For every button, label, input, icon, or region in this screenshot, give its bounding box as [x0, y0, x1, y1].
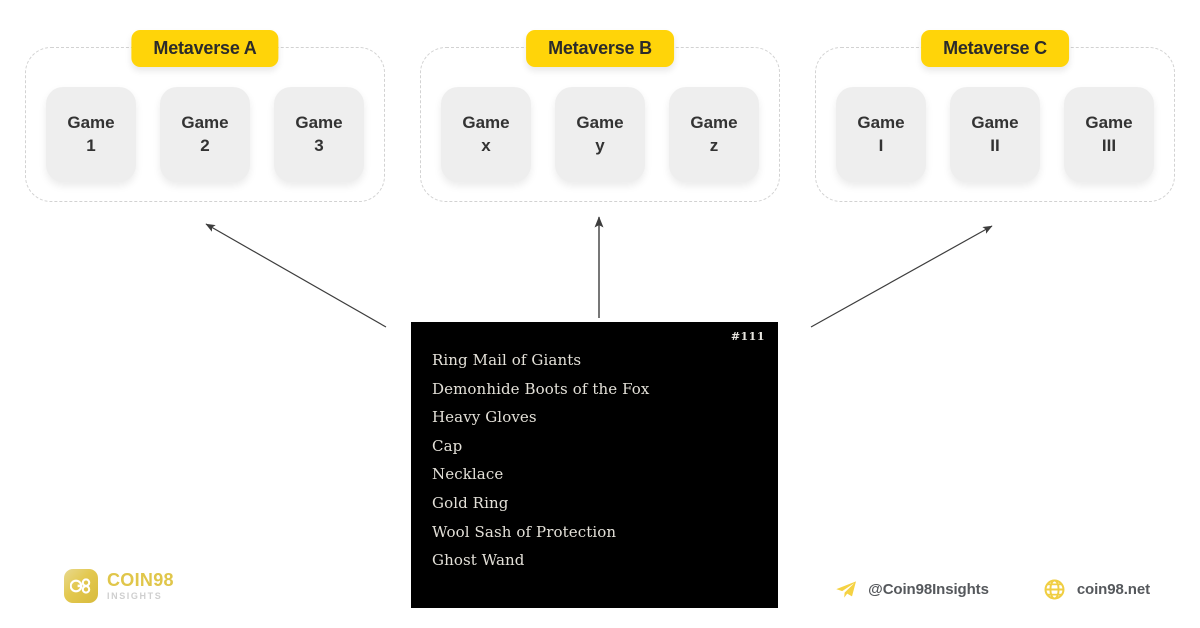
game-card[interactable]: Game 1: [46, 87, 136, 182]
arrow-to-metaverse-c: [810, 225, 993, 328]
game-card-line1: Game: [857, 112, 905, 132]
globe-icon: [1044, 578, 1066, 600]
inventory-id-label: #111: [730, 330, 765, 343]
game-card[interactable]: Game 2: [160, 87, 250, 182]
game-card-line1: Game: [1085, 112, 1133, 132]
game-card-line2: x: [481, 135, 491, 155]
coin98-glyph-icon: [70, 578, 91, 594]
coin98-badge-icon: [64, 569, 98, 603]
game-card-line2: II: [990, 135, 1000, 155]
list-item: Ring Mail of Giants: [432, 351, 582, 369]
website-label: coin98.net: [1076, 580, 1150, 598]
game-card[interactable]: Game z: [669, 87, 759, 182]
coin98-wordmark: COIN98 INSIGHTS: [107, 571, 174, 601]
game-card-line1: Game: [295, 112, 343, 132]
telegram-link[interactable]: @Coin98Insights: [835, 578, 989, 600]
game-card-line1: Game: [462, 112, 510, 132]
list-item: Demonhide Boots of the Fox: [432, 379, 650, 398]
list-item: Necklace: [432, 465, 504, 484]
metaverse-group-a-label: Metaverse A: [131, 30, 279, 67]
metaverse-group-b-games: Game x Game y Game z: [421, 87, 779, 182]
game-card-line1: Game: [576, 112, 624, 132]
game-card-line2: 2: [200, 135, 210, 155]
game-card-line2: 1: [86, 135, 96, 155]
game-card[interactable]: Game x: [441, 87, 531, 182]
social-links: @Coin98Insights coin98.net: [835, 578, 1150, 600]
game-card-line1: Game: [971, 112, 1019, 132]
metaverse-group-c-games: Game I Game II Game III: [816, 87, 1174, 182]
game-card[interactable]: Game 3: [274, 87, 364, 182]
game-card-line2: III: [1101, 135, 1117, 155]
game-card[interactable]: Game II: [950, 87, 1040, 182]
metaverse-group-a: Metaverse A Game 1 Game 2 Game 3: [25, 30, 385, 202]
game-card-line1: Game: [67, 112, 115, 132]
game-card[interactable]: Game y: [555, 87, 645, 182]
game-card-line2: I: [878, 135, 884, 155]
website-link[interactable]: coin98.net: [1044, 578, 1150, 600]
arrow-to-metaverse-a: [205, 223, 387, 328]
game-card[interactable]: Game I: [836, 87, 926, 182]
list-item: Wool Sash of Protection: [432, 522, 617, 541]
metaverse-group-b-label: Metaverse B: [526, 30, 674, 67]
list-item: Heavy Gloves: [432, 408, 537, 427]
coin98-brand-subtitle: INSIGHTS: [107, 591, 163, 601]
list-item: Gold Ring: [432, 493, 509, 512]
game-card[interactable]: Game III: [1064, 87, 1154, 182]
game-card-line1: Game: [181, 112, 229, 132]
coin98-insights-logo: COIN98 INSIGHTS: [64, 569, 174, 603]
list-item: Ghost Wand: [432, 551, 525, 570]
game-card-line2: 3: [314, 135, 324, 155]
metaverse-group-c-label: Metaverse C: [921, 30, 1069, 67]
telegram-label: @Coin98Insights: [868, 580, 989, 598]
game-card-line2: z: [709, 135, 719, 155]
coin98-brand-name: COIN98: [107, 570, 174, 590]
metaverse-group-c: Metaverse C Game I Game II Game III: [815, 30, 1175, 202]
metaverse-group-b: Metaverse B Game x Game y Game z: [420, 30, 780, 202]
list-item: Cap: [432, 436, 463, 455]
game-card-line1: Game: [690, 112, 738, 132]
inventory-item-list: Ring Mail of Giants Demonhide Boots of t…: [432, 346, 768, 575]
inventory-panel: #111 Ring Mail of Giants Demonhide Boots…: [411, 322, 778, 608]
metaverse-group-a-games: Game 1 Game 2 Game 3: [26, 87, 384, 182]
telegram-icon: [835, 578, 857, 600]
game-card-line2: y: [595, 135, 605, 155]
